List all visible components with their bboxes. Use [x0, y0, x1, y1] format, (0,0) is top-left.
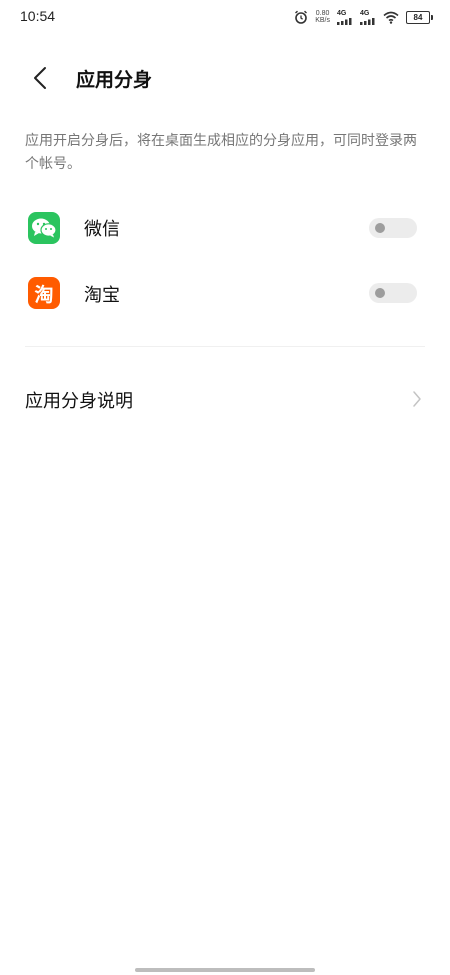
toggle-knob	[375, 288, 385, 298]
app-clone-explanation-row[interactable]: 应用分身说明	[0, 376, 450, 422]
home-indicator[interactable]	[135, 968, 315, 972]
signal-bars-icon	[337, 17, 352, 25]
back-button[interactable]	[26, 64, 54, 92]
divider	[25, 346, 425, 347]
battery-level: 84	[413, 12, 423, 22]
sim2-signal: 4G	[360, 10, 376, 25]
taobao-icon: 淘	[28, 277, 60, 309]
page-title: 应用分身	[76, 69, 153, 91]
chevron-right-icon	[413, 391, 421, 407]
network-speed-unit: KB/s	[315, 17, 330, 24]
alarm-icon	[295, 10, 308, 24]
battery-icon: 84	[406, 10, 433, 24]
taobao-icon-glyph: 淘	[34, 283, 54, 306]
chevron-left-icon	[34, 67, 46, 89]
wifi-icon	[383, 11, 399, 24]
wechat-icon	[28, 212, 60, 244]
status-icons: 0.80 KB/s 4G 4G 84	[294, 9, 433, 25]
toggle-wechat[interactable]	[369, 218, 417, 238]
toggle-taobao[interactable]	[369, 283, 417, 303]
sim1-signal: 4G	[337, 10, 353, 25]
status-bar: 10:54 0.80 KB/s 4G 4G 84	[0, 0, 450, 36]
header: 应用分身	[0, 56, 450, 100]
app-row-taobao[interactable]: 淘 淘宝	[0, 263, 450, 323]
toggle-knob	[375, 223, 385, 233]
app-label-taobao: 淘宝	[84, 285, 120, 306]
sim2-label: 4G	[360, 9, 370, 17]
network-speed: 0.80 KB/s	[315, 10, 330, 24]
app-label-wechat: 微信	[84, 219, 120, 240]
explanation-label: 应用分身说明	[25, 391, 133, 412]
app-row-wechat[interactable]: 微信	[0, 198, 450, 258]
description-text: 应用开启分身后，将在桌面生成相应的分身应用，可同时登录两个帐号。	[25, 133, 417, 172]
network-speed-value: 0.80	[315, 10, 330, 17]
status-time: 10:54	[20, 8, 56, 24]
sim1-label: 4G	[337, 9, 347, 17]
signal-bars-icon	[360, 17, 375, 25]
